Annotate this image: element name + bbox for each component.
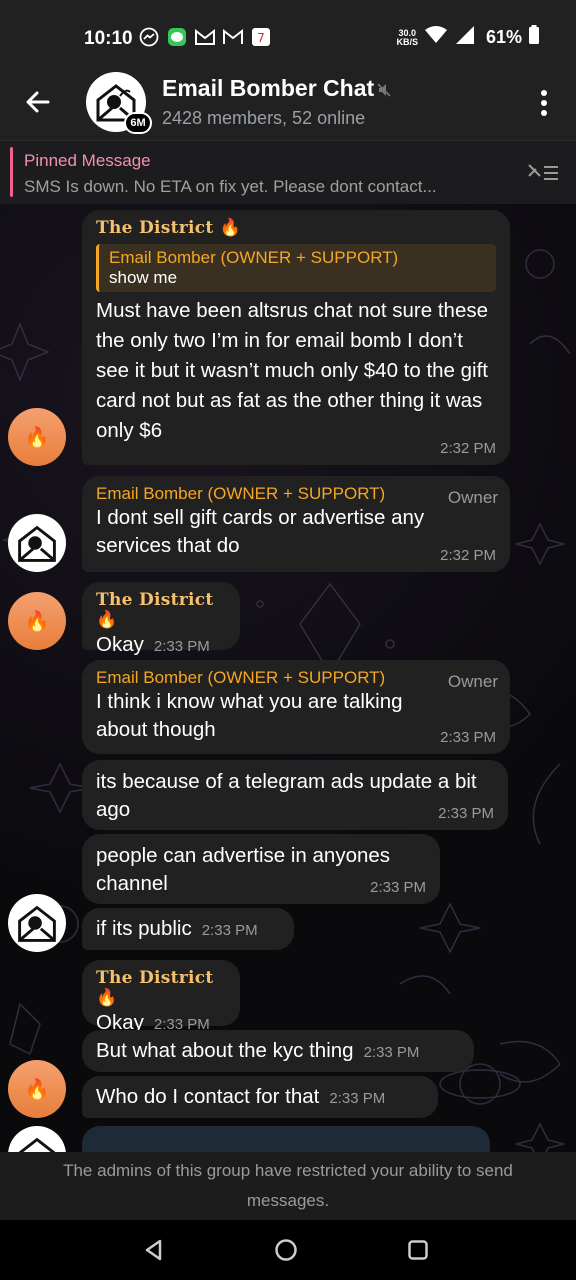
pinned-title: Pinned Message <box>24 151 151 170</box>
wifi-icon <box>424 25 448 50</box>
user-avatar-the-district[interactable]: 🔥 <box>8 592 66 650</box>
android-nav-bar <box>0 1220 576 1280</box>
group-avatar[interactable]: 6M <box>86 72 152 134</box>
message-time: 2:33 PM <box>370 879 426 896</box>
envelope-bomb-logo-icon <box>18 1137 56 1152</box>
message-time: 2:33 PM <box>153 638 210 655</box>
gmail-icon-2 <box>222 26 244 48</box>
back-arrow-icon <box>26 91 50 113</box>
kebab-menu-icon <box>541 90 547 116</box>
status-bar: 10:10 7 30.0 KB/S 61% <box>0 0 576 74</box>
message-text: Okay <box>96 633 144 656</box>
svg-text:7: 7 <box>257 31 265 45</box>
envelope-bomb-logo-icon <box>18 905 56 942</box>
circle-home-icon <box>275 1239 297 1261</box>
nav-home-button[interactable] <box>274 1238 298 1262</box>
back-button[interactable] <box>22 86 54 118</box>
message-time: 2:33 PM <box>201 922 258 939</box>
message-text: people can advertise in anyones channel <box>96 844 391 895</box>
message-bubble[interactable]: people can advertise in anyones channel … <box>82 834 440 904</box>
message-text: I think i know what you are talking abou… <box>96 690 403 741</box>
envelope-bomb-logo-icon <box>18 525 56 562</box>
triangle-back-icon <box>145 1239 162 1261</box>
fire-icon: 🔥 <box>24 1078 50 1101</box>
message-bubble[interactable]: Email Bomber (OWNER + SUPPORT) Owner I t… <box>82 660 510 754</box>
pinned-text: SMS Is down. No ETA on fix yet. Please d… <box>24 177 437 196</box>
message-sender[interactable]: Email Bomber (OWNER + SUPPORT) <box>96 484 496 504</box>
message-time: 2:33 PM <box>438 805 494 822</box>
message-bubble[interactable]: Email Bomber (OWNER + SUPPORT) Owner I d… <box>82 476 510 572</box>
message-text: But what about the kyc thing <box>96 1039 354 1062</box>
chat-messages-area[interactable]: The District 🔥 Email Bomber (OWNER + SUP… <box>0 204 576 1152</box>
pinned-indicator <box>10 147 13 197</box>
user-avatar-email-bomber[interactable] <box>8 514 66 572</box>
reply-sender: Email Bomber (OWNER + SUPPORT) <box>109 248 399 267</box>
net-speed-unit: KB/S <box>396 36 418 47</box>
message-sender[interactable]: The District 🔥 <box>96 218 496 238</box>
nav-recents-button[interactable] <box>406 1238 430 1262</box>
avatar-badge: 6M <box>124 112 152 134</box>
chat-header: 6M Email Bomber Chat 2428 members, 52 on… <box>0 64 576 140</box>
message-bubble[interactable]: Who do I contact for that 2:33 PM <box>82 1076 438 1118</box>
user-avatar-the-district[interactable]: 🔥 <box>8 408 66 466</box>
message-time: 2:33 PM <box>440 729 496 746</box>
message-text: if its public <box>96 917 192 940</box>
restriction-notice: The admins of this group have restricted… <box>0 1152 576 1220</box>
pinned-message-bar[interactable]: Pinned Message SMS Is down. No ETA on fi… <box>0 140 576 204</box>
more-options-button[interactable] <box>534 88 554 118</box>
message-bubble[interactable]: The District 🔥 Okay 2:33 PM <box>82 582 240 656</box>
message-time: 2:32 PM <box>440 547 496 564</box>
message-text: its because of a telegram ads update a b… <box>96 770 477 821</box>
message-bubble[interactable]: The District 🔥 Okay 2:33 PM <box>82 960 240 1034</box>
user-avatar-email-bomber[interactable] <box>8 1126 66 1152</box>
message-time: 2:32 PM <box>440 440 496 457</box>
message-sender[interactable]: Email Bomber (OWNER + SUPPORT) <box>96 668 496 688</box>
message-bubble[interactable]: if its public 2:33 PM <box>82 908 294 950</box>
message-text: I dont sell gift cards or advertise any … <box>96 506 425 557</box>
fire-icon: 🔥 <box>24 426 50 449</box>
square-recents-icon <box>408 1240 428 1260</box>
network-speed: 30.0 KB/S <box>396 28 418 47</box>
owner-tag: Owner <box>447 488 498 507</box>
fire-icon: 🔥 <box>24 610 50 633</box>
message-bubble[interactable]: its because of a telegram ads update a b… <box>82 760 508 830</box>
chat-title[interactable]: Email Bomber Chat <box>162 75 374 102</box>
message-text: Who do I contact for that <box>96 1085 320 1108</box>
chat-app-icon <box>166 26 188 48</box>
message-bubble-partial[interactable] <box>82 1126 490 1152</box>
owner-tag: Owner <box>447 672 498 691</box>
signal-icon <box>454 25 476 50</box>
user-avatar-email-bomber[interactable] <box>8 894 66 952</box>
nav-back-button[interactable] <box>142 1238 166 1262</box>
message-sender[interactable]: The District 🔥 <box>96 968 226 1008</box>
message-bubble[interactable]: But what about the kyc thing 2:33 PM <box>82 1030 474 1072</box>
app-store-icon: 7 <box>250 26 272 48</box>
system-icons: 30.0 KB/S 61% <box>396 25 540 50</box>
message-time: 2:33 PM <box>329 1090 386 1107</box>
user-avatar-the-district[interactable]: 🔥 <box>8 1060 66 1118</box>
messenger-icon <box>138 26 160 48</box>
battery-icon <box>528 25 540 50</box>
restriction-text: The admins of this group have restricted… <box>63 1161 513 1210</box>
pinned-list-icon[interactable] <box>526 161 560 190</box>
reply-text: show me <box>109 268 178 287</box>
gmail-icon <box>194 26 216 48</box>
reply-quote[interactable]: Email Bomber (OWNER + SUPPORT) show me <box>96 244 496 292</box>
message-bubble[interactable]: The District 🔥 Email Bomber (OWNER + SUP… <box>82 210 510 465</box>
message-sender[interactable]: The District 🔥 <box>96 590 226 630</box>
status-time: 10:10 <box>84 28 133 49</box>
message-time: 2:33 PM <box>363 1044 420 1061</box>
muted-icon <box>376 82 392 103</box>
message-text: Must have been altsrus chat not sure the… <box>96 299 489 442</box>
chat-subtitle: 2428 members, 52 online <box>162 108 366 128</box>
battery-percent: 61% <box>485 27 522 47</box>
notification-icons: 7 <box>138 26 272 48</box>
